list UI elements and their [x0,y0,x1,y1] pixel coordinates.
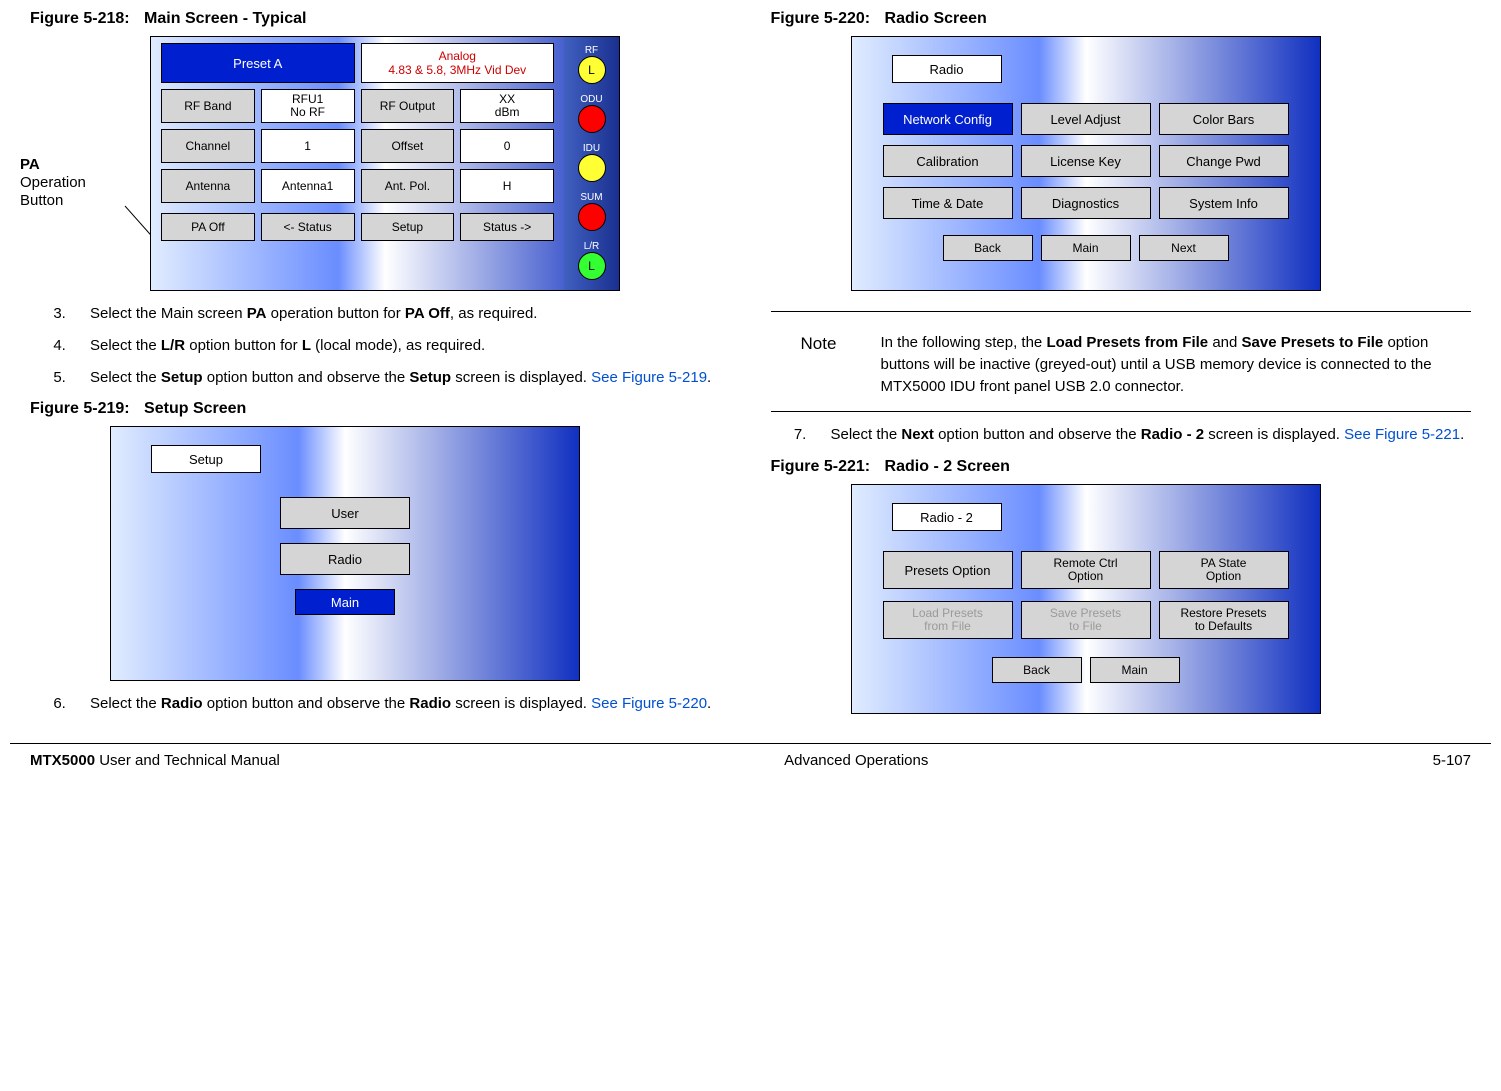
lr-led[interactable]: L [578,252,606,280]
note-text: In the following step, the Load Presets … [881,332,1462,397]
main-button-r2[interactable]: Main [1090,657,1180,683]
preset-button[interactable]: Preset A [161,43,355,83]
channel-value: 1 [261,129,355,163]
offset-label[interactable]: Offset [361,129,455,163]
note-label: Note [801,332,861,397]
main-button-radio[interactable]: Main [1041,235,1131,261]
footer-center: Advanced Operations [784,752,928,769]
step-4: Select the L/R option button for L (loca… [70,335,731,357]
status-sidebar: RF L ODU IDU SUM [564,37,619,290]
step-3: Select the Main screen PA operation butt… [70,303,731,325]
system-info-button[interactable]: System Info [1159,187,1289,219]
rf-led: L [578,56,606,84]
level-adjust-button[interactable]: Level Adjust [1021,103,1151,135]
antpol-label[interactable]: Ant. Pol. [361,169,455,203]
antpol-value: H [460,169,554,203]
setup-titlebox: Setup [151,445,261,473]
rf-band-label[interactable]: RF Band [161,89,255,123]
calibration-button[interactable]: Calibration [883,145,1013,177]
back-button[interactable]: Back [943,235,1033,261]
pa-callout: PA Operation Button [20,156,130,210]
rf-band-value: RFU1 No RF [261,89,355,123]
rf-output-label[interactable]: RF Output [361,89,455,123]
figure-219-title: Figure 5-219: Setup Screen [30,400,731,418]
footer-right: 5-107 [1433,752,1471,769]
sum-label: SUM [580,192,602,203]
time-date-button[interactable]: Time & Date [883,187,1013,219]
step-5: Select the Setup option button and obser… [70,367,731,389]
license-key-button[interactable]: License Key [1021,145,1151,177]
presets-option-button[interactable]: Presets Option [883,551,1013,589]
footer-left: MTX5000 User and Technical Manual [30,752,280,769]
change-pwd-button[interactable]: Change Pwd [1159,145,1289,177]
steps-6: Select the Radio option button and obser… [30,693,731,715]
color-bars-button[interactable]: Color Bars [1159,103,1289,135]
status-left-button[interactable]: <- Status [261,213,355,241]
rf-label: RF [585,45,598,56]
back-button-r2[interactable]: Back [992,657,1082,683]
steps-7: Select the Next option button and observ… [771,424,1472,446]
main-button[interactable]: Main [295,589,395,615]
radio2-titlebox: Radio - 2 [892,503,1002,531]
figure-220-title: Figure 5-220: Radio Screen [771,10,1472,28]
radio-screen: Radio Network Config Level Adjust Color … [851,36,1321,291]
sum-led [578,203,606,231]
restore-presets-button[interactable]: Restore Presets to Defaults [1159,601,1289,639]
pa-off-button[interactable]: PA Off [161,213,255,241]
radio2-screen: Radio - 2 Presets Option Remote Ctrl Opt… [851,484,1321,714]
steps-3-5: Select the Main screen PA operation butt… [30,303,731,388]
see-figure-220-link[interactable]: See Figure 5-220 [591,695,707,712]
pa-state-option-button[interactable]: PA State Option [1159,551,1289,589]
figure-218-wrap: PA Operation Button Preset A Analog 4.83… [150,36,731,291]
page-footer: MTX5000 User and Technical Manual Advanc… [30,752,1471,769]
analog-label: Analog 4.83 & 5.8, 3MHz Vid Dev [361,43,555,83]
main-screen: Preset A Analog 4.83 & 5.8, 3MHz Vid Dev… [150,36,620,291]
step-7: Select the Next option button and observ… [811,424,1472,446]
offset-value: 0 [460,129,554,163]
rf-output-value: XX dBm [460,89,554,123]
setup-button[interactable]: Setup [361,213,455,241]
radio-button[interactable]: Radio [280,543,410,575]
next-button[interactable]: Next [1139,235,1229,261]
figure-218-title: Figure 5-218: Main Screen - Typical [30,10,731,28]
figure-221-wrap: Radio - 2 Presets Option Remote Ctrl Opt… [851,484,1472,714]
user-button[interactable]: User [280,497,410,529]
lr-label: L/R [584,241,600,252]
diagnostics-button[interactable]: Diagnostics [1021,187,1151,219]
save-presets-button: Save Presets to File [1021,601,1151,639]
odu-label: ODU [580,94,602,105]
step-6: Select the Radio option button and obser… [70,693,731,715]
status-right-button[interactable]: Status -> [460,213,554,241]
setup-screen: Setup User Radio Main [110,426,580,681]
see-figure-219-link[interactable]: See Figure 5-219 [591,369,707,386]
odu-led [578,105,606,133]
see-figure-221-link[interactable]: See Figure 5-221 [1344,426,1460,443]
figure-221-title: Figure 5-221: Radio - 2 Screen [771,458,1472,476]
idu-label: IDU [583,143,600,154]
note-block: Note In the following step, the Load Pre… [801,332,1462,397]
network-config-button[interactable]: Network Config [883,103,1013,135]
antenna-value: Antenna1 [261,169,355,203]
remote-ctrl-option-button[interactable]: Remote Ctrl Option [1021,551,1151,589]
radio-titlebox: Radio [892,55,1002,83]
figure-220-wrap: Radio Network Config Level Adjust Color … [851,36,1472,291]
figure-219-wrap: Setup User Radio Main [110,426,731,681]
channel-label[interactable]: Channel [161,129,255,163]
load-presets-button: Load Presets from File [883,601,1013,639]
antenna-label[interactable]: Antenna [161,169,255,203]
idu-led [578,154,606,182]
